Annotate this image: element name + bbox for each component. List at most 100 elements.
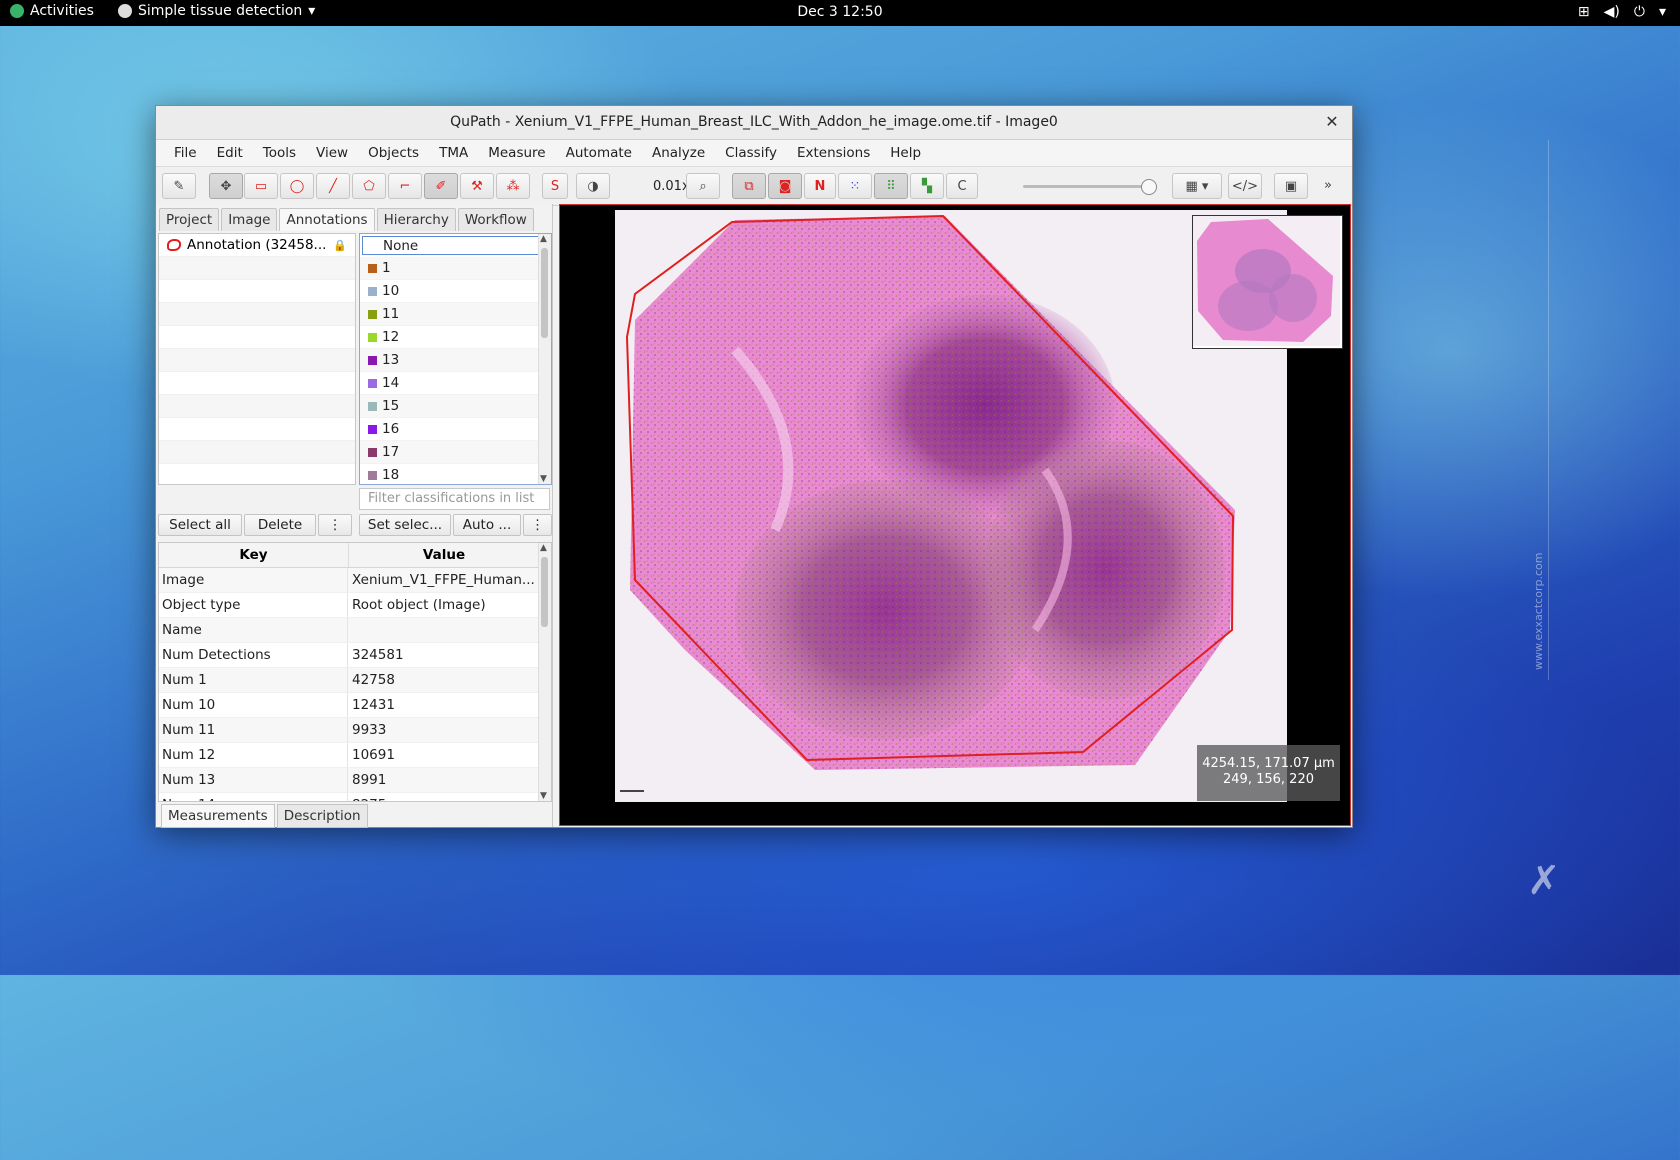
class-list-scrollbar[interactable]: ▲ ▼ [538,234,551,484]
grid-dropdown-icon[interactable]: ▦ ▾ [1172,173,1222,199]
class-item[interactable]: 17 [360,441,551,464]
tab-hierarchy[interactable]: Hierarchy [376,208,456,231]
class-item-none[interactable]: None [362,236,549,255]
table-row[interactable]: Name [159,618,551,643]
more-tools-icon[interactable]: » [1316,173,1340,197]
menu-tma[interactable]: TMA [429,145,478,161]
show-detections-icon[interactable]: ⠿ [874,173,908,199]
app-menu-label: Simple tissue detection [138,3,303,19]
menu-objects[interactable]: Objects [358,145,429,161]
menu-measure[interactable]: Measure [478,145,555,161]
app-menu[interactable]: Simple tissue detection ▾ [118,3,315,19]
network-icon[interactable]: ⊞ [1578,4,1590,20]
slider-knob[interactable] [1141,179,1157,195]
table-row[interactable]: Num 12 10691 [159,743,551,768]
show-names-button[interactable]: N [804,173,836,199]
overview-thumbnail[interactable] [1192,215,1343,349]
menu-tools[interactable]: Tools [253,145,306,161]
tissue-speckle [630,216,1235,770]
table-row[interactable]: Object type Root object (Image) [159,593,551,618]
menu-automate[interactable]: Automate [556,145,642,161]
menu-analyze[interactable]: Analyze [642,145,715,161]
close-icon[interactable]: ✕ [1322,112,1342,132]
class-item[interactable]: 13 [360,349,551,372]
value-header[interactable]: Value [349,543,539,567]
polyline-tool-icon[interactable]: ⌐ [388,173,422,199]
class-filter-input[interactable]: Filter classifications in list [359,488,550,510]
fill-annotations-icon[interactable]: ◙ [768,173,802,199]
scroll-down-icon[interactable]: ▼ [540,474,547,484]
table-row[interactable]: Image Xenium_V1_FFPE_Human... [159,568,551,593]
script-editor-icon[interactable]: </> [1228,173,1262,199]
line-tool-icon[interactable]: ╱ [316,173,350,199]
zoom-to-fit-icon[interactable]: ⌕ [686,173,720,199]
brightness-contrast-icon[interactable]: ◑ [576,173,610,199]
rectangle-tool-icon[interactable]: ▭ [244,173,278,199]
brush-tool-icon[interactable]: ✐ [424,173,458,199]
scroll-down-icon[interactable]: ▼ [540,791,547,801]
title-bar[interactable]: QuPath - Xenium_V1_FFPE_Human_Breast_ILC… [156,106,1352,140]
table-row[interactable]: Num Detections 324581 [159,643,551,668]
classification-list[interactable]: None 1 10 11 12 13 14 15 16 17 18 ▲ ▼ [359,233,552,485]
fill-detections-icon[interactable]: ▚ [910,173,944,199]
class-item[interactable]: 16 [360,418,551,441]
menu-edit[interactable]: Edit [207,145,253,161]
image-viewer[interactable]: 4254.15, 171.07 µm 249, 156, 220 [559,204,1351,826]
annotation-more-button[interactable]: ⋮ [318,514,352,536]
show-annotations-icon[interactable]: ⧉ [732,173,766,199]
menu-file[interactable]: File [164,145,207,161]
tab-annotations[interactable]: Annotations [279,208,375,231]
delete-button[interactable]: Delete [244,514,316,536]
polygon-tool-icon[interactable]: ⬠ [352,173,386,199]
list-item[interactable]: Annotation (32458... 🔒 [159,234,355,257]
class-item[interactable]: 11 [360,303,551,326]
opacity-slider[interactable] [1023,179,1157,195]
menu-classify[interactable]: Classify [715,145,787,161]
tab-project[interactable]: Project [159,208,220,231]
ellipse-tool-icon[interactable]: ◯ [280,173,314,199]
class-item[interactable]: 18 [360,464,551,484]
measurement-table[interactable]: Key Value Image Xenium_V1_FFPE_Human... O… [158,542,552,802]
tab-description[interactable]: Description [276,804,368,828]
class-item[interactable]: 12 [360,326,551,349]
table-row[interactable]: Num 148275 [159,793,551,801]
menu-extensions[interactable]: Extensions [787,145,880,161]
activities-button[interactable]: Activities [10,3,94,19]
class-more-button[interactable]: ⋮ [523,514,552,536]
auto-set-button[interactable]: Auto ... [453,514,521,536]
move-tool-icon[interactable]: ✥ [209,173,243,199]
wand-tool-icon[interactable]: ⚒ [460,173,494,199]
show-tma-grid-icon[interactable]: ⁙ [838,173,872,199]
class-item[interactable]: 10 [360,280,551,303]
key-header[interactable]: Key [159,543,349,567]
select-all-button[interactable]: Select all [158,514,242,536]
class-item[interactable]: 1 [360,257,551,280]
measure-tool-icon[interactable]: ✎ [162,173,196,199]
show-pixel-classification-button[interactable]: C [946,173,978,199]
scroll-up-icon[interactable]: ▲ [540,543,547,553]
class-item[interactable]: 14 [360,372,551,395]
volume-icon[interactable]: ◀) [1604,4,1620,20]
class-label: 1 [382,260,391,276]
class-item[interactable]: 15 [360,395,551,418]
points-tool-icon[interactable]: ⁂ [496,173,530,199]
tab-workflow[interactable]: Workflow [457,208,534,231]
set-selected-button[interactable]: Set selec... [359,514,451,536]
overview-toggle-icon[interactable]: ▣ [1274,173,1308,199]
table-row[interactable]: Num 1 42758 [159,668,551,693]
tab-image[interactable]: Image [221,208,278,231]
scroll-up-icon[interactable]: ▲ [540,234,547,244]
annotation-list[interactable]: Annotation (32458... 🔒 [158,233,356,485]
table-row[interactable]: Num 13 8991 [159,768,551,793]
table-row[interactable]: Num 11 9933 [159,718,551,743]
table-row[interactable]: Num 10 12431 [159,693,551,718]
class-label: 14 [382,375,400,391]
clock[interactable]: Dec 3 12:50 [797,4,882,20]
power-icon[interactable]: ⏻ [1634,4,1645,20]
menu-view[interactable]: View [306,145,358,161]
menu-help[interactable]: Help [880,145,931,161]
table-scrollbar[interactable]: ▲ ▼ [538,543,551,801]
selection-mode-button[interactable]: S [542,173,568,199]
chevron-down-icon[interactable]: ▾ [1659,4,1666,20]
tab-measurements[interactable]: Measurements [161,804,275,828]
